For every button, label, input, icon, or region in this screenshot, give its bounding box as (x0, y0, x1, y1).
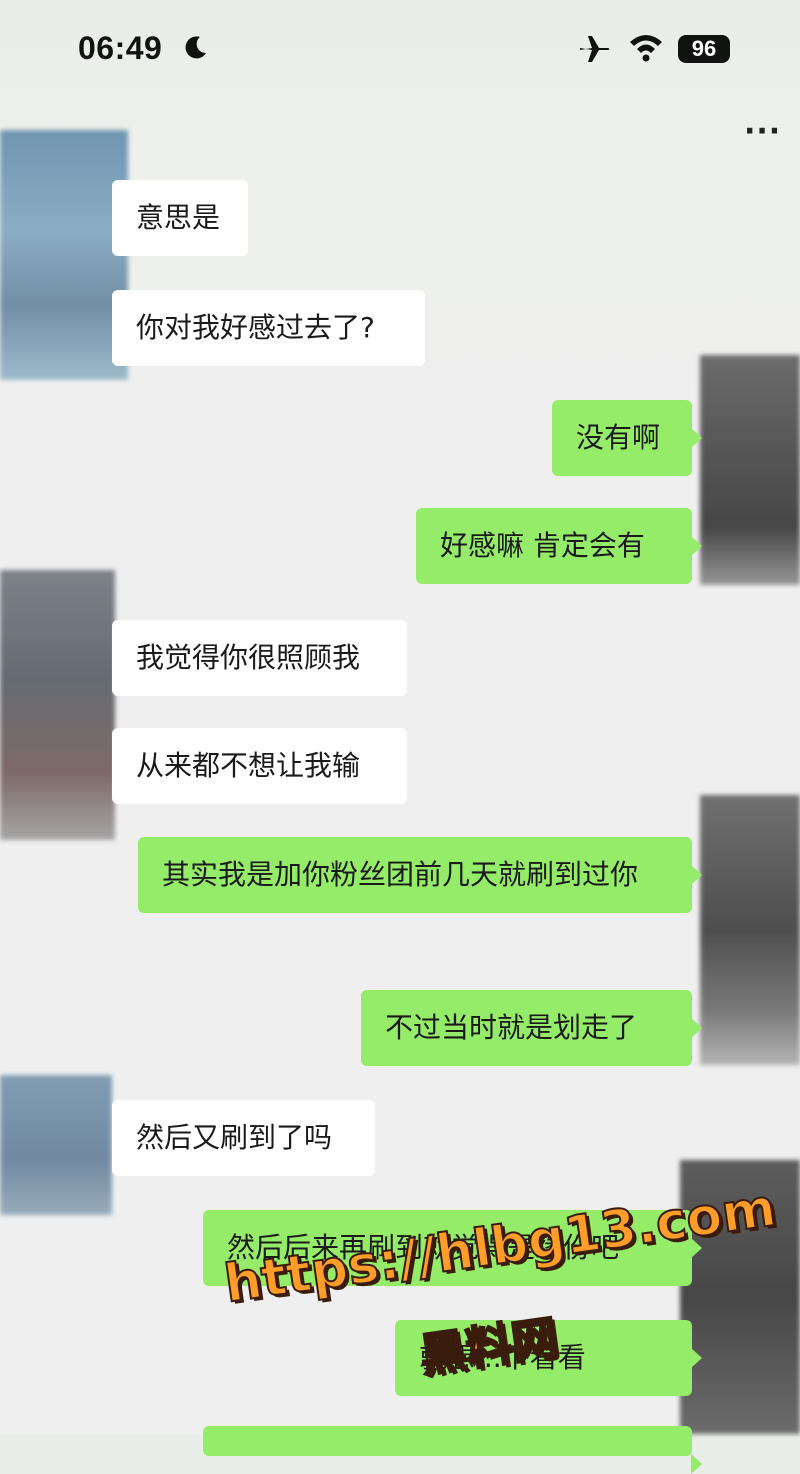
status-bar: 06:49 96 (0, 0, 800, 100)
avatar[interactable] (0, 570, 115, 840)
message-bubble-incoming[interactable]: 从来都不想让我输 (112, 728, 407, 804)
avatar[interactable] (0, 130, 128, 380)
message-bubble-incoming[interactable]: 意思是 (112, 180, 248, 256)
message-bubble-outgoing[interactable]: 不过当时就是划走了 (361, 990, 702, 1066)
message-bubble-outgoing[interactable] (203, 1426, 702, 1474)
message-bubble-outgoing[interactable]: 没有啊 (552, 400, 702, 476)
message-bubble-outgoing[interactable]: 好感嘛 肯定会有 (416, 508, 702, 584)
wifi-icon (630, 35, 662, 62)
avatar[interactable] (700, 355, 800, 585)
more-options-button[interactable]: ··· (744, 117, 781, 147)
message-bubble-outgoing[interactable]: 其实我是加你粉丝团前几天就刷到过你 (138, 837, 702, 913)
avatar[interactable] (0, 1075, 112, 1215)
message-bubble-incoming[interactable]: 我觉得你很照顾我 (112, 620, 407, 696)
message-bubble-incoming[interactable]: 然后又刷到了吗 (112, 1100, 375, 1176)
avatar[interactable] (700, 795, 800, 1065)
battery-indicator: 96 (678, 35, 730, 63)
moon-icon (185, 36, 206, 59)
status-time: 06:49 (78, 30, 163, 66)
message-bubble-incoming[interactable]: 你对我好感过去了? (112, 290, 425, 366)
airplane-mode-icon (580, 36, 610, 62)
